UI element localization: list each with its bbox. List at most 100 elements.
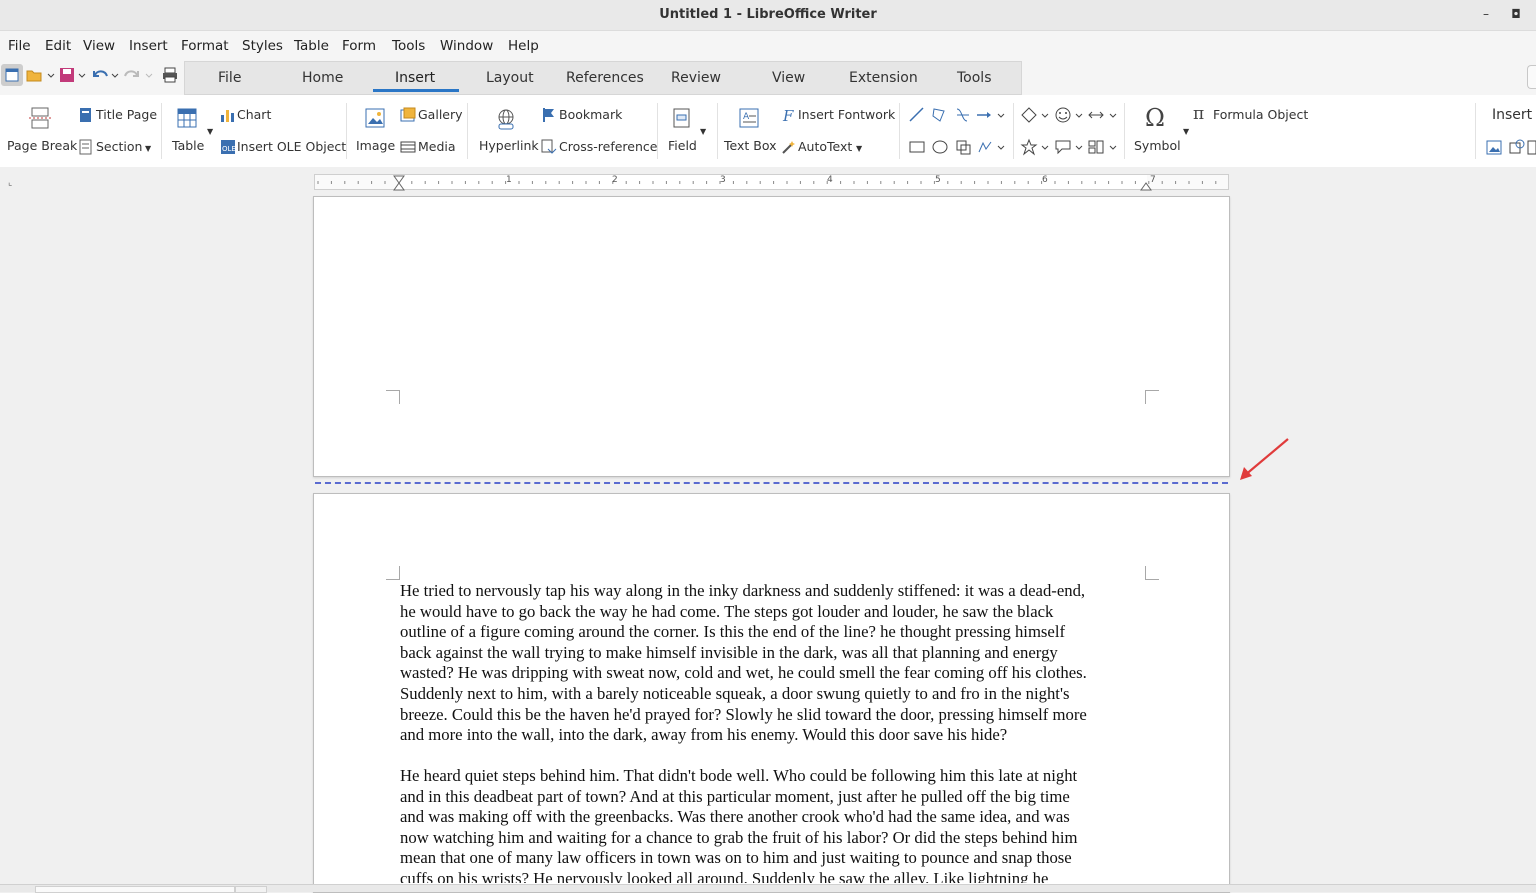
insert-fontwork-button[interactable]: Insert Fontwork xyxy=(798,107,895,122)
menu-form[interactable]: Form xyxy=(342,38,376,54)
text-line: and in this deadbeat part of town? And a… xyxy=(400,786,1070,806)
open-folder-icon[interactable] xyxy=(26,67,56,83)
menu-table[interactable]: Table xyxy=(294,38,329,54)
bookmark-button[interactable]: Bookmark xyxy=(559,107,622,122)
window-title: Untitled 1 - LibreOffice Writer xyxy=(659,7,877,22)
text-boundary-corner xyxy=(386,566,400,580)
page-break-button[interactable]: Page Break xyxy=(7,138,77,153)
chart-button[interactable]: Chart xyxy=(237,107,271,122)
basic-shapes-row[interactable] xyxy=(907,138,1007,156)
ruler-number: 6 xyxy=(1042,175,1048,185)
undo-icon[interactable] xyxy=(92,67,122,83)
ruler-ticks xyxy=(317,175,1217,191)
text-line: Suddenly next to him, with a barely noti… xyxy=(400,683,1070,703)
menu-styles[interactable]: Styles xyxy=(242,38,283,54)
symbol-dropdown-caret[interactable]: ▼ xyxy=(1183,127,1189,136)
close-button[interactable]: ◘ xyxy=(1508,6,1524,22)
title-page-button[interactable]: Title Page xyxy=(96,107,157,122)
page-break-indicator[interactable] xyxy=(315,482,1228,484)
cross-reference-button[interactable]: Cross-reference xyxy=(559,139,657,154)
tab-tools[interactable]: Tools xyxy=(957,70,992,86)
tab-insert[interactable]: Insert xyxy=(395,70,435,86)
ruler-number: 1 xyxy=(506,175,512,185)
autotext-button[interactable]: AutoText xyxy=(798,139,852,154)
text-line: cuffs on his wrists? He nervously looked… xyxy=(400,868,1049,883)
sidebar-toggle[interactable] xyxy=(1527,65,1536,89)
ole-object-icon: OLE xyxy=(221,140,236,154)
tab-layout[interactable]: Layout xyxy=(486,70,534,86)
insert-ole-object-button[interactable]: Insert OLE Object xyxy=(237,139,346,154)
image-icon xyxy=(365,108,385,128)
new-document-button[interactable] xyxy=(1,64,23,86)
text-box-button[interactable]: Text Box xyxy=(724,138,777,153)
autotext-icon xyxy=(782,141,795,154)
tab-file[interactable]: File xyxy=(218,70,241,86)
media-button[interactable]: Media xyxy=(418,139,456,154)
tab-stop-selector[interactable]: ⌞ xyxy=(8,178,12,188)
menu-format[interactable]: Format xyxy=(181,38,229,54)
menu-insert[interactable]: Insert xyxy=(129,38,168,54)
paragraph-2[interactable]: He heard quiet steps behind him. That di… xyxy=(400,766,1148,883)
text-line: wasted? He was dripping with sweat now, … xyxy=(400,663,1087,683)
section-dropdown-caret[interactable]: ▼ xyxy=(145,144,151,153)
tab-extension[interactable]: Extension xyxy=(849,70,918,86)
text-line: breeze. Could this be the haven he'd pra… xyxy=(400,704,1087,724)
menu-edit[interactable]: Edit xyxy=(45,38,71,54)
status-bar xyxy=(0,884,1536,893)
menu-window[interactable]: Window xyxy=(440,38,493,54)
title-page-icon xyxy=(80,108,91,122)
formula-object-button[interactable]: Formula Object xyxy=(1213,107,1308,122)
line-shapes-row[interactable] xyxy=(907,106,1007,124)
text-line: He heard quiet steps behind him. That di… xyxy=(400,766,1078,785)
shape-categories-row-1[interactable] xyxy=(1019,106,1119,124)
tab-view[interactable]: View xyxy=(772,70,805,86)
svg-text:F: F xyxy=(782,107,794,123)
gallery-icon xyxy=(400,107,416,122)
annotation-arrow-icon xyxy=(1240,438,1289,480)
insert-group-label: Insert xyxy=(1492,107,1533,123)
ruler-number: 5 xyxy=(935,175,941,185)
tab-home[interactable]: Home xyxy=(302,70,343,86)
image-button[interactable]: Image xyxy=(356,138,395,153)
menu-view[interactable]: View xyxy=(83,38,115,54)
title-bar: Untitled 1 - LibreOffice Writer – ◘ xyxy=(0,0,1536,31)
svg-text:A: A xyxy=(743,112,750,122)
menu-file[interactable]: File xyxy=(8,38,31,54)
notebookbar-tabs: File Home Insert Layout References Revie… xyxy=(184,61,1022,95)
symbol-button[interactable]: Symbol xyxy=(1134,138,1181,153)
ruler-number: 4 xyxy=(827,175,833,185)
menu-tools[interactable]: Tools xyxy=(392,38,425,54)
save-icon[interactable] xyxy=(59,67,89,83)
tab-references[interactable]: References xyxy=(566,70,644,86)
section-button[interactable]: Section xyxy=(96,139,142,154)
text-boundary-corner xyxy=(386,390,400,404)
menu-help[interactable]: Help xyxy=(508,38,539,54)
autotext-dropdown-caret[interactable]: ▼ xyxy=(856,144,862,153)
formula-icon: π xyxy=(1193,104,1205,124)
ribbon-separator xyxy=(717,103,718,159)
bookmark-icon xyxy=(543,108,554,122)
gallery-button[interactable]: Gallery xyxy=(418,107,463,122)
cross-reference-icon xyxy=(541,139,557,154)
page-1[interactable] xyxy=(313,196,1230,477)
table-dropdown-caret[interactable]: ▼ xyxy=(207,127,213,136)
field-dropdown-caret[interactable]: ▼ xyxy=(700,127,706,136)
ribbon-separator xyxy=(161,103,162,159)
field-button[interactable]: Field xyxy=(668,138,697,153)
ruler-number: 2 xyxy=(612,175,618,185)
minimize-button[interactable]: – xyxy=(1478,6,1494,22)
redo-icon[interactable] xyxy=(124,67,154,83)
hyperlink-button[interactable]: Hyperlink xyxy=(479,138,539,153)
tab-review[interactable]: Review xyxy=(671,70,721,86)
media-icon xyxy=(400,141,416,153)
print-icon[interactable] xyxy=(161,66,179,84)
insert-group-icons[interactable] xyxy=(1486,139,1536,157)
shape-categories-row-2[interactable] xyxy=(1019,138,1119,156)
text-line: and was making off with the greenbacks. … xyxy=(400,807,1070,827)
paragraph-1[interactable]: He tried to nervously tap his way along … xyxy=(400,581,1148,746)
fontwork-icon: F xyxy=(782,107,794,123)
table-button[interactable]: Table xyxy=(172,138,204,153)
ribbon-separator xyxy=(1013,103,1014,159)
ruler-number: 7 xyxy=(1150,175,1156,185)
ribbon-separator xyxy=(467,103,468,159)
